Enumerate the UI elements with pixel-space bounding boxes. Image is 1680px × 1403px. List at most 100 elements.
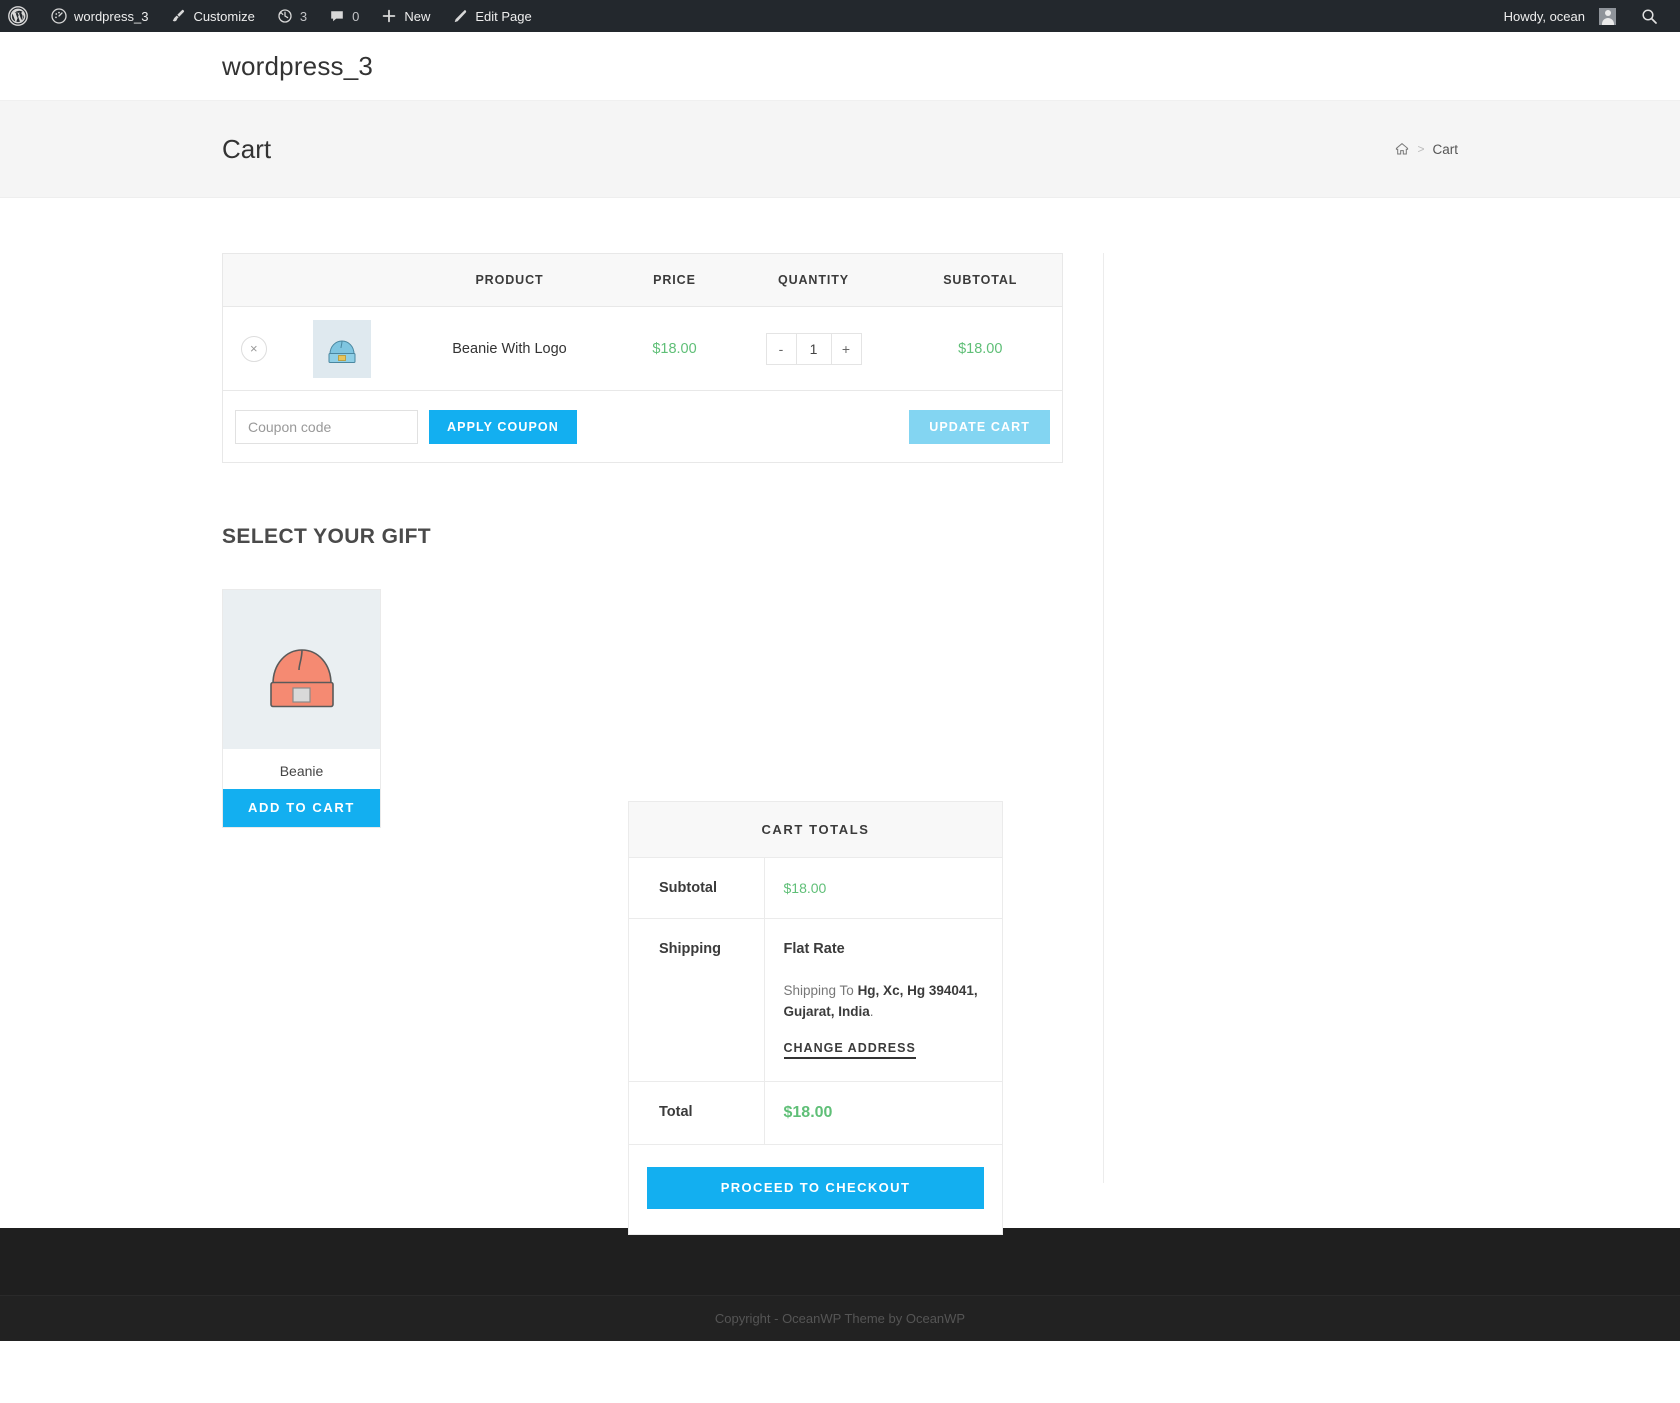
blue-beanie-thumbnail[interactable] [313,320,371,378]
column-subtotal: SUBTOTAL [899,254,1063,307]
update-cart-button[interactable]: UPDATE CART [909,410,1050,444]
cart-column: PRODUCT PRICE QUANTITY SUBTOTAL × [222,253,1062,828]
howdy-label: Howdy, ocean [1504,9,1589,24]
total-value: $18.00 [784,1104,833,1121]
shipping-row: Shipping Flat Rate Shipping To Hg, Xc, H… [629,919,1002,1082]
shipping-to-prefix: Shipping To [784,983,858,998]
new-content-menu-item[interactable]: New [370,0,441,32]
change-address-link[interactable]: CHANGE ADDRESS [784,1041,916,1059]
cart-totals-table: Subtotal $18.00 Shipping Flat Rate Shipp… [629,858,1002,1145]
shipping-to-suffix: . [870,1004,874,1019]
content-container: PRODUCT PRICE QUANTITY SUBTOTAL × [222,253,1458,828]
cart-actions-inner: APPLY COUPON UPDATE CART [223,410,1062,444]
dashboard-icon [51,8,67,24]
cart-actions-cell: APPLY COUPON UPDATE CART [223,391,1063,463]
cell-price: $18.00 [621,307,729,391]
quantity-decrease-button[interactable]: - [767,334,797,364]
total-label: Total [629,1081,764,1144]
shipping-destination: Shipping To Hg, Xc, Hg 394041, Gujarat, … [784,981,985,1039]
admin-bar-left-group: wordpress_3 Customize 3 0 New [0,0,543,32]
site-name-label: wordpress_3 [74,9,148,24]
admin-bar-right-group: Howdy, ocean [1493,0,1680,32]
product-name-link[interactable]: Beanie With Logo [452,341,566,357]
quantity-stepper[interactable]: - 1 + [766,333,862,365]
shipping-method-label: Flat Rate [784,941,985,981]
shipping-label: Shipping [629,919,764,1082]
edit-page-menu-item[interactable]: Edit Page [441,0,542,32]
remove-x-icon[interactable]: × [241,336,267,362]
cell-quantity: - 1 + [729,307,899,391]
cart-table: PRODUCT PRICE QUANTITY SUBTOTAL × [222,253,1063,463]
comments-menu-item[interactable]: 0 [318,0,370,32]
coupon-input[interactable] [235,410,418,444]
footer-top [0,1228,1680,1295]
proceed-to-checkout-button[interactable]: PROCEED TO CHECKOUT [647,1167,984,1209]
customize-label: Customize [193,9,254,24]
table-row: × [223,307,1063,391]
column-thumbnail [285,254,399,307]
update-arrows-icon [277,8,293,24]
cart-actions-row: APPLY COUPON UPDATE CART [223,391,1063,463]
quantity-input[interactable]: 1 [797,334,831,364]
pencil-icon [452,8,468,24]
my-account-menu-item[interactable]: Howdy, ocean [1493,0,1627,32]
cell-product-name: Beanie With Logo [399,307,621,391]
select-gift-section: SELECT YOUR GIFT Beanie ADD TO CART [222,525,1062,828]
edit-page-label: Edit Page [475,9,531,24]
site-title[interactable]: wordpress_3 [222,51,373,82]
updates-menu-item[interactable]: 3 [266,0,318,32]
wordpress-logo-button[interactable] [0,0,40,32]
select-gift-heading: SELECT YOUR GIFT [222,525,1062,549]
site-name-menu-item[interactable]: wordpress_3 [40,0,159,32]
page-header-bar: Cart > Cart [0,100,1680,198]
comments-count: 0 [352,9,359,24]
new-label: New [404,9,430,24]
column-price: PRICE [621,254,729,307]
apply-coupon-button[interactable]: APPLY COUPON [429,410,577,444]
admin-search-button[interactable] [1627,0,1670,32]
user-avatar-icon [1599,8,1616,25]
coral-beanie-image[interactable] [223,590,380,749]
checkout-button-wrap: PROCEED TO CHECKOUT [629,1145,1002,1234]
cell-subtotal: $18.00 [899,307,1063,391]
breadcrumb-current: Cart [1432,142,1458,157]
sidebar-divider [1103,253,1104,1183]
wordpress-logo-icon [8,6,28,26]
updates-count: 3 [300,9,307,24]
add-to-cart-button[interactable]: ADD TO CART [223,789,380,827]
main-content: PRODUCT PRICE QUANTITY SUBTOTAL × [0,198,1680,1228]
subtotal-row: Subtotal $18.00 [629,858,1002,919]
cart-table-body: × [223,307,1063,463]
shipping-details: Flat Rate Shipping To Hg, Xc, Hg 394041,… [764,919,1002,1082]
subtotal-value: $18.00 [764,858,1002,919]
wp-admin-bar: wordpress_3 Customize 3 0 New [0,0,1680,32]
product-price: $18.00 [652,341,696,357]
column-quantity: QUANTITY [729,254,899,307]
cell-thumbnail [285,307,399,391]
footer-bottom: Copyright - OceanWP Theme by OceanWP [0,1295,1680,1341]
breadcrumb-separator: > [1417,142,1424,156]
cart-table-head: PRODUCT PRICE QUANTITY SUBTOTAL [223,254,1063,307]
home-icon[interactable] [1395,142,1409,156]
column-product: PRODUCT [399,254,621,307]
cart-header-row: PRODUCT PRICE QUANTITY SUBTOTAL [223,254,1063,307]
breadcrumb: > Cart [1395,142,1458,157]
subtotal-label: Subtotal [629,858,764,919]
cart-totals-heading: CART TOTALS [629,802,1002,858]
column-remove [223,254,285,307]
quantity-increase-button[interactable]: + [831,334,861,364]
gift-product-card: Beanie ADD TO CART [222,589,381,828]
cell-remove: × [223,307,285,391]
page-title: Cart [222,134,271,165]
paintbrush-icon [170,8,186,24]
cart-totals-panel: CART TOTALS Subtotal $18.00 Shipping Fla… [628,801,1003,1235]
search-icon [1641,8,1658,25]
product-subtotal: $18.00 [958,341,1002,357]
site-header: wordpress_3 [0,32,1680,100]
comment-bubble-icon [329,8,345,24]
plus-icon [381,8,397,24]
footer-copyright: Copyright - OceanWP Theme by OceanWP [715,1311,965,1326]
gift-product-name[interactable]: Beanie [223,749,380,789]
customize-menu-item[interactable]: Customize [159,0,265,32]
total-row: Total $18.00 [629,1081,1002,1144]
